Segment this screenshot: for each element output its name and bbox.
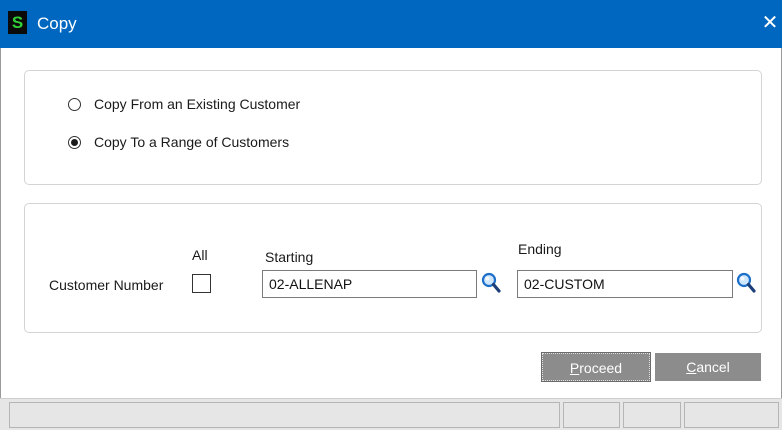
ending-label: Ending — [518, 241, 562, 257]
customer-number-label: Customer Number — [49, 277, 164, 293]
magnifier-icon[interactable] — [736, 272, 756, 294]
proceed-button[interactable]: Proceed — [541, 352, 651, 382]
copy-mode-panel — [24, 70, 762, 185]
status-pane — [623, 402, 681, 428]
radio-copy-to-range[interactable]: Copy To a Range of Customers — [68, 132, 289, 152]
magnifier-icon[interactable] — [481, 272, 501, 294]
starting-customer-input[interactable]: 02-ALLENAP — [262, 270, 477, 298]
radio-copy-from-existing[interactable]: Copy From an Existing Customer — [68, 94, 300, 114]
button-label: roceed — [579, 360, 623, 376]
app-logo-icon: S — [8, 11, 27, 34]
all-label: All — [192, 247, 208, 263]
status-pane-main — [9, 402, 560, 428]
radio-label: Copy From an Existing Customer — [94, 96, 301, 112]
button-label: ancel — [696, 359, 730, 375]
starting-label: Starting — [265, 249, 314, 265]
range-panel — [24, 203, 762, 333]
radio-button[interactable] — [68, 97, 81, 111]
accelerator-key: C — [686, 359, 697, 375]
status-pane — [684, 402, 779, 428]
cancel-button[interactable]: Cancel — [655, 353, 761, 381]
close-icon[interactable]: ✕ — [758, 10, 782, 36]
window-border-left — [0, 48, 1, 429]
radio-button-selected[interactable] — [68, 135, 81, 149]
title-bar: S Copy ✕ — [0, 0, 782, 48]
accelerator-key: P — [569, 360, 580, 376]
radio-label: Copy To a Range of Customers — [94, 134, 290, 150]
ending-customer-input[interactable]: 02-CUSTOM — [517, 270, 733, 298]
window-title: Copy — [37, 14, 77, 33]
all-checkbox[interactable] — [192, 274, 211, 293]
status-bar — [0, 398, 782, 430]
status-pane — [563, 402, 620, 428]
